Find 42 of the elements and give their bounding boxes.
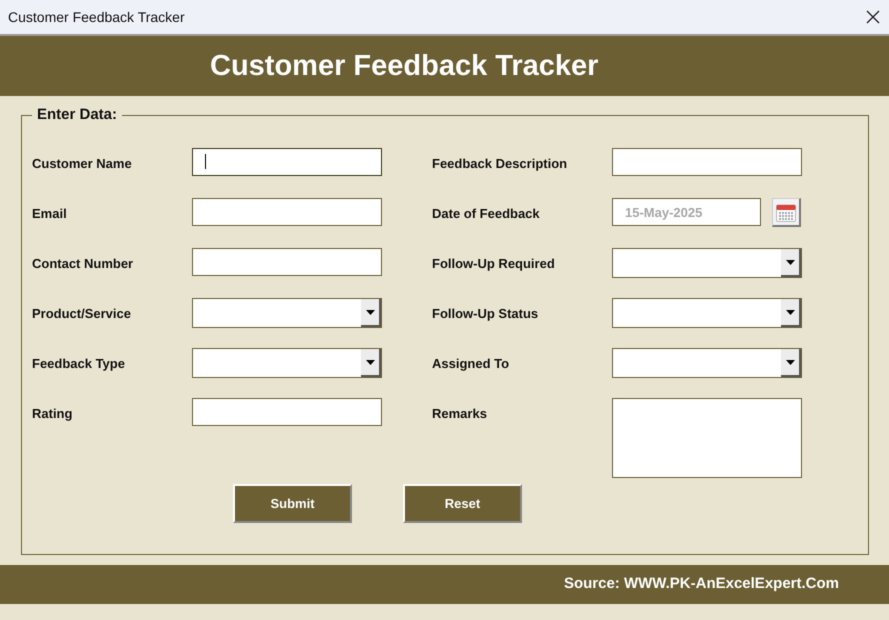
field-label: Contact Number xyxy=(32,255,134,273)
field-label: Remarks xyxy=(432,405,488,423)
form-button[interactable]: Reset xyxy=(403,484,522,523)
field-label: Product/Service xyxy=(32,305,132,323)
caret-icon xyxy=(786,260,794,264)
dropdown-field[interactable] xyxy=(612,348,802,378)
caret-icon xyxy=(786,310,794,314)
text-field[interactable] xyxy=(192,198,382,226)
remarks-field[interactable] xyxy=(612,398,802,478)
text-field[interactable] xyxy=(192,148,382,176)
dropdown-field[interactable] xyxy=(192,348,382,378)
dropdown-button[interactable] xyxy=(781,299,801,327)
field-label: Date of Feedback xyxy=(432,205,541,223)
field-label: Follow-Up Required xyxy=(432,255,556,273)
field-label: Feedback Description xyxy=(432,155,568,173)
window-title: Customer Feedback Tracker xyxy=(8,8,185,26)
calendar-icon xyxy=(776,202,796,222)
field-label: Customer Name xyxy=(32,155,133,173)
caret-icon xyxy=(366,310,374,314)
source-text: Source: WWW.PK-AnExcelExpert.Com xyxy=(564,574,839,594)
close-button[interactable] xyxy=(865,9,881,25)
dropdown-button[interactable] xyxy=(361,299,381,327)
field-label: Rating xyxy=(32,405,74,423)
form-button[interactable]: Submit xyxy=(233,484,352,523)
dropdown-button[interactable] xyxy=(781,249,801,277)
dropdown-field[interactable] xyxy=(612,298,802,328)
caret-icon xyxy=(366,360,374,364)
calendar-button[interactable] xyxy=(772,198,801,227)
dropdown-field[interactable] xyxy=(612,248,802,278)
caret-icon xyxy=(786,360,794,364)
dropdown-field[interactable] xyxy=(192,298,382,328)
close-icon xyxy=(865,9,881,25)
dropdown-button[interactable] xyxy=(361,349,381,377)
field-label: Feedback Type xyxy=(32,355,126,373)
text-field[interactable] xyxy=(612,148,802,176)
field-label: Assigned To xyxy=(432,355,510,373)
header-title: Customer Feedback Tracker xyxy=(210,48,598,84)
text-field[interactable] xyxy=(192,248,382,276)
dropdown-button[interactable] xyxy=(781,349,801,377)
field-label: Email xyxy=(32,205,68,223)
field-label: Follow-Up Status xyxy=(432,305,540,323)
text-field[interactable] xyxy=(192,398,382,426)
